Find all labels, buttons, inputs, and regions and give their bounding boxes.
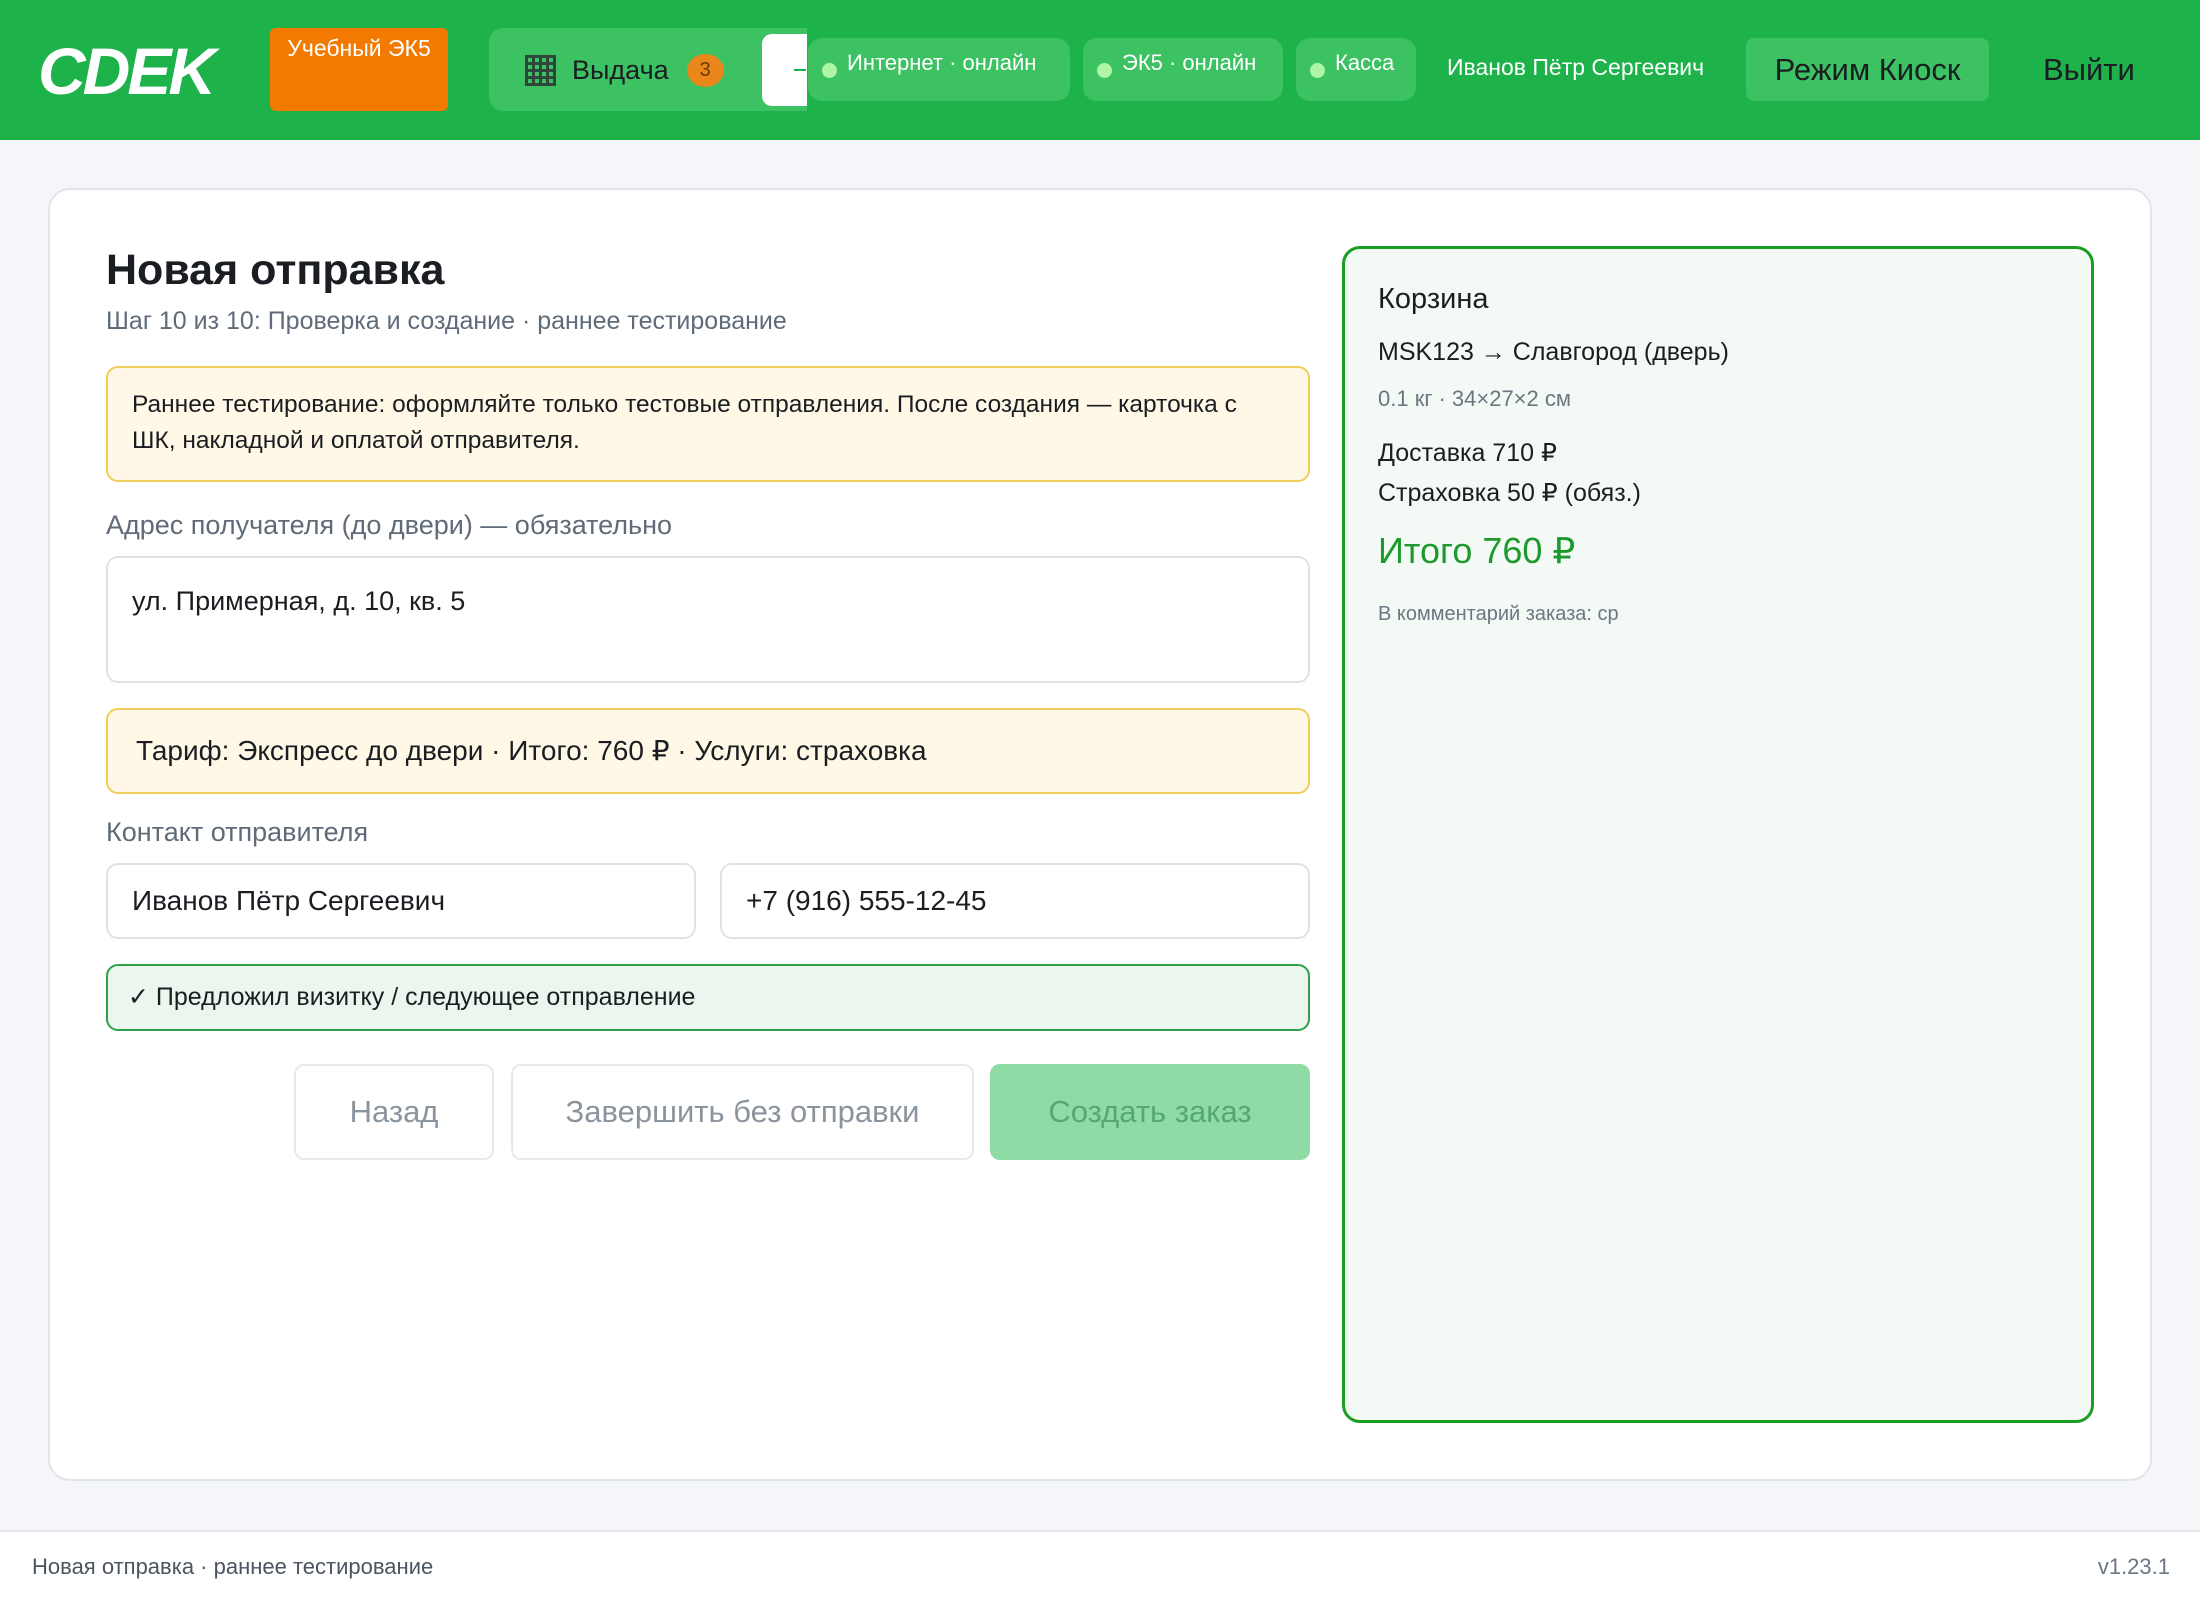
create-order-button[interactable]: Создать заказ — [990, 1064, 1310, 1160]
cart-order-comment: В комментарий заказа: ср — [1378, 603, 1619, 625]
logout-button[interactable]: Выйти — [2043, 52, 2135, 88]
online-dot-icon — [1310, 63, 1325, 78]
online-dot-icon — [1097, 63, 1112, 78]
step-subtitle: Шаг 10 из 10: Проверка и создание · ранн… — [106, 307, 787, 335]
app-version: v1.23.1 — [2097, 1554, 2170, 1579]
ek5-status: ЭК5 · онлайн — [1083, 38, 1283, 101]
cart-route: MSK123 → Славгород (дверь) — [1378, 338, 1729, 366]
issue-count-badge: 3 — [686, 53, 724, 87]
cart-title: Корзина — [1378, 283, 1489, 315]
internet-status-label: Интернет · онлайн — [847, 50, 1037, 75]
sender-name-field[interactable]: Иванов Пётр Сергеевич — [106, 863, 696, 939]
tariff-summary: Тариф: Экспресс до двери · Итого: 760 ₽ … — [106, 708, 1310, 794]
online-dot-icon — [822, 63, 837, 78]
testing-notice: Раннее тестирование: оформляйте только т… — [106, 366, 1310, 482]
recipient-address-field[interactable]: ул. Примерная, д. 10, кв. 5 — [106, 556, 1310, 683]
kiosk-mode-button[interactable]: Режим Киоск — [1746, 38, 1989, 101]
cart-parcel-params: 0.1 кг · 34×27×2 см — [1378, 386, 1572, 411]
page-title: Новая отправка — [106, 246, 445, 294]
tab-issue-label: Выдача — [572, 54, 669, 85]
address-label: Адрес получателя (до двери) — обязательн… — [106, 510, 673, 540]
status-footer: Новая отправка · раннее тестирование v1.… — [0, 1530, 2200, 1600]
cart-insurance-cost: Страховка 50 ₽ (обяз.) — [1378, 479, 1641, 507]
svg-text:CDEK: CDEK — [38, 38, 220, 100]
cdek-logo[interactable]: CDEK — [38, 38, 238, 100]
tab-issue[interactable]: Выдача 3 — [525, 52, 724, 88]
training-mode-badge: Учебный ЭК5 — [270, 28, 448, 111]
internet-status: Интернет · онлайн — [808, 38, 1070, 101]
cashbox-status-label: Касса — [1335, 50, 1395, 75]
tab-active-indicator[interactable] — [762, 34, 807, 106]
ek5-status-label: ЭК5 · онлайн — [1122, 50, 1257, 75]
cart-delivery-cost: Доставка 710 ₽ — [1378, 439, 1557, 467]
grid-icon — [525, 54, 556, 86]
cart-panel — [1342, 246, 2094, 1423]
footer-context: Новая отправка · раннее тестирование — [32, 1554, 434, 1579]
current-user-name: Иванов Пётр Сергеевич — [1447, 54, 1705, 80]
cart-total: Итого 760 ₽ — [1378, 530, 1576, 571]
nav-tabs: Выдача 3 — [489, 28, 807, 111]
offered-card-checkbox[interactable]: ✓ Предложил визитку / следующее отправле… — [106, 964, 1310, 1031]
top-bar: CDEK Учебный ЭК5 Выдача 3 Интернет · онл… — [0, 0, 2200, 140]
back-button[interactable]: Назад — [294, 1064, 494, 1160]
finish-without-shipping-button[interactable]: Завершить без отправки — [511, 1064, 974, 1160]
cashbox-status: Касса — [1296, 38, 1416, 101]
sender-contact-label: Контакт отправителя — [106, 817, 369, 847]
sender-phone-field[interactable]: +7 (916) 555-12-45 — [720, 863, 1310, 939]
